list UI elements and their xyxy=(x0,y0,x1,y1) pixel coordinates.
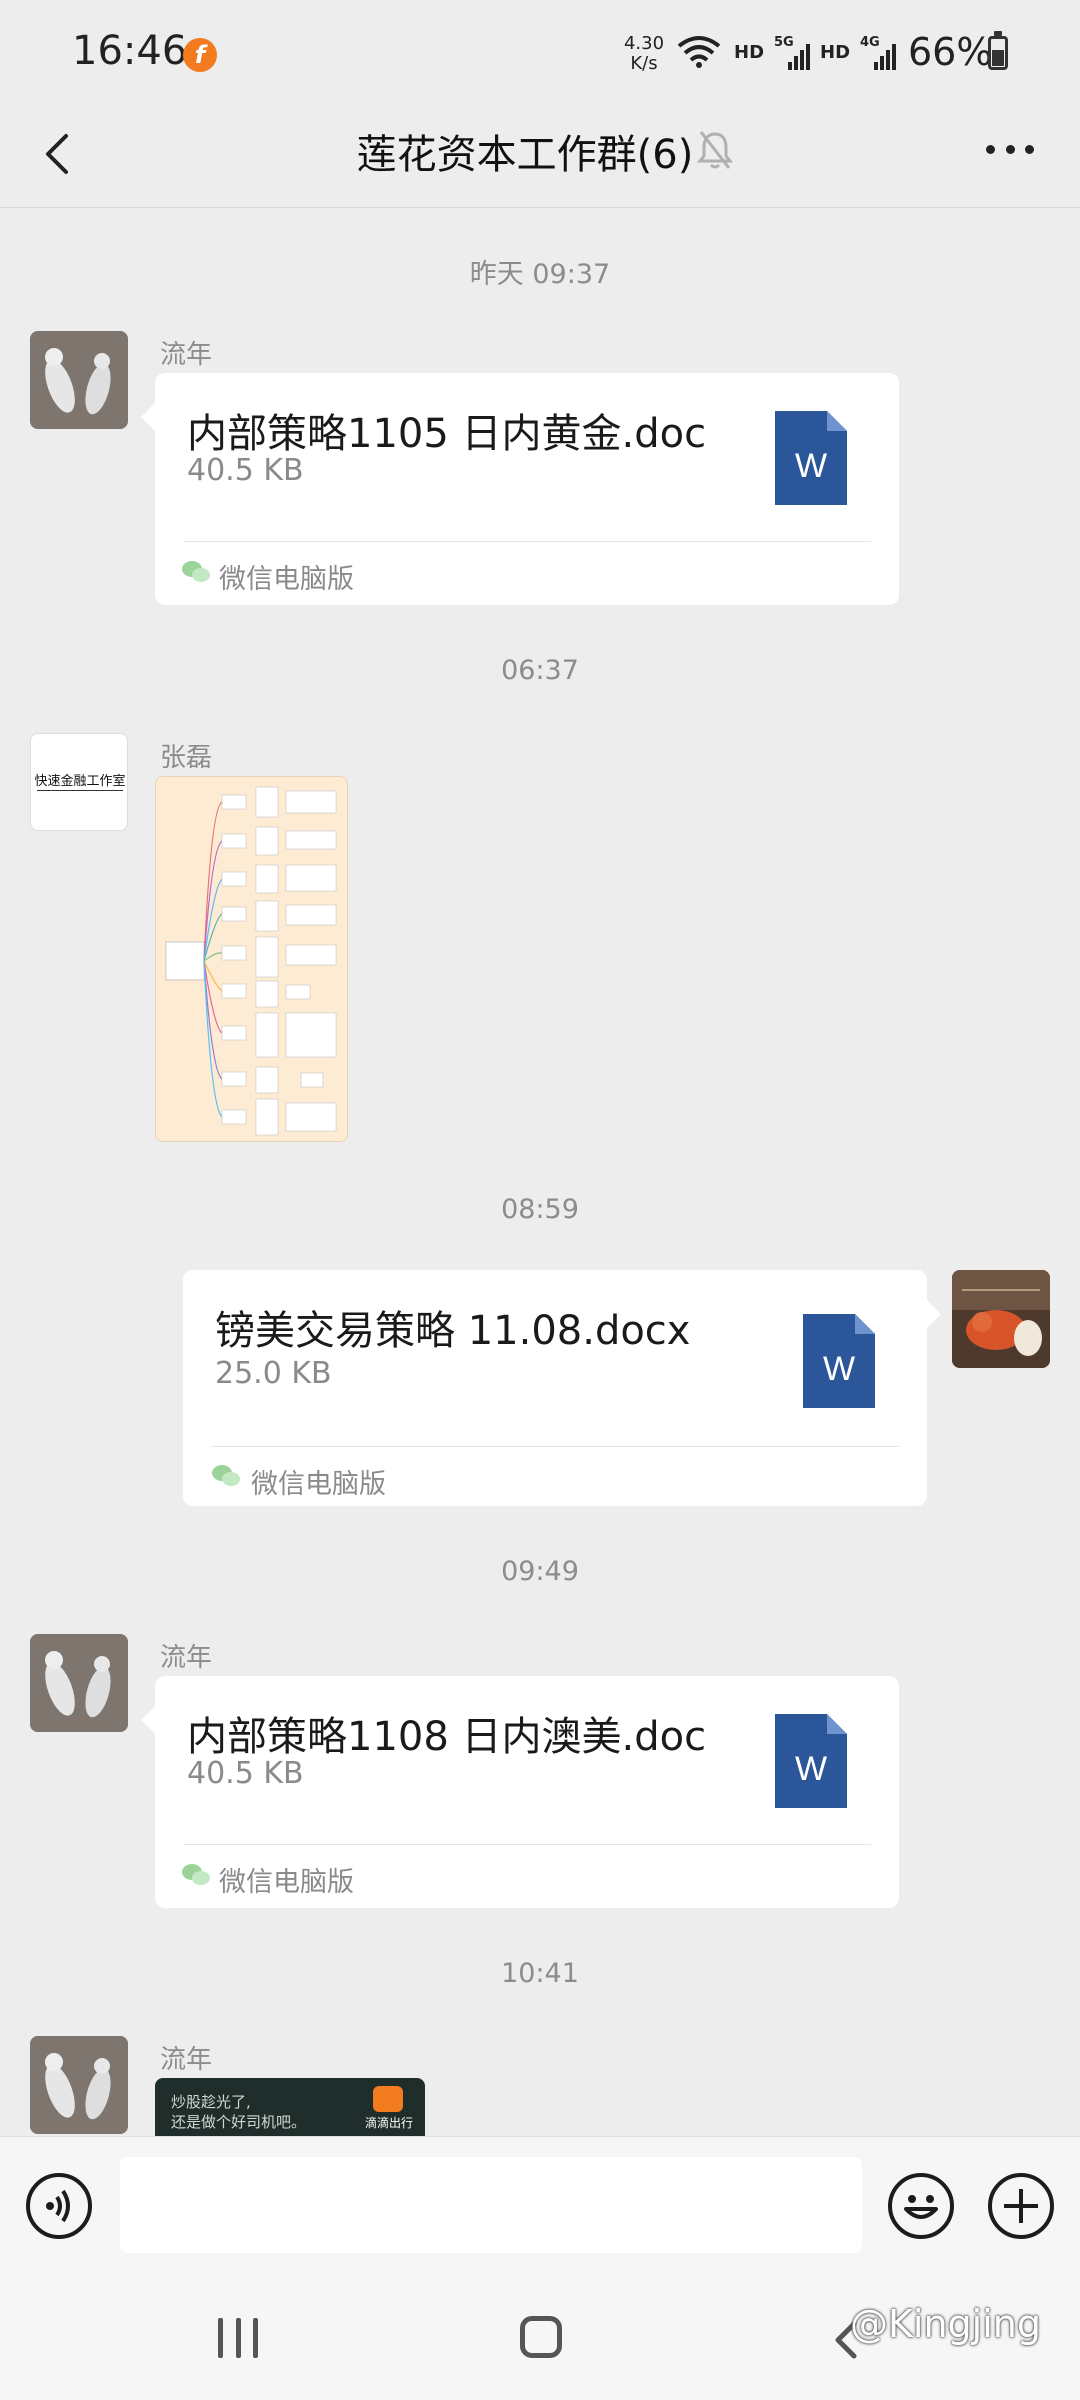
mindmap-thumbnail xyxy=(165,786,337,1136)
chat-input-bar xyxy=(0,2136,1080,2276)
svg-text:4G: 4G xyxy=(860,35,880,50)
didi-brand: 滴滴出行 xyxy=(364,2116,413,2130)
file-name: 内部策略1108 日内澳美.doc xyxy=(187,1714,707,1760)
voice-input-button[interactable] xyxy=(26,2173,92,2239)
sender-name: 流年 xyxy=(160,340,213,370)
svg-text:W: W xyxy=(795,1750,827,1788)
cats-avatar-image xyxy=(30,2036,128,2134)
word-document-icon: W xyxy=(775,411,847,505)
watermark: @Kingjing xyxy=(850,2302,1042,2346)
timestamp: 昨天 09:37 xyxy=(469,259,611,290)
didi-logo-icon xyxy=(373,2086,403,2112)
app-notification-icon: f xyxy=(183,38,217,72)
wifi-icon xyxy=(677,36,721,68)
file-message[interactable]: 内部策略1105 日内黄金.doc 40.5 KB W 微信电脑版 xyxy=(141,373,899,605)
cats-avatar-image xyxy=(30,1634,128,1732)
avatar-liunian[interactable] xyxy=(30,331,128,429)
signal-5g-icon: 5G xyxy=(774,35,810,70)
emoji-button[interactable] xyxy=(888,2173,954,2239)
smiley-icon xyxy=(904,2195,938,2219)
cats-avatar-image xyxy=(30,331,128,429)
avatar-liunian[interactable] xyxy=(30,1634,128,1732)
file-name: 镑美交易策略 11.08.docx xyxy=(215,1308,691,1354)
voice-icon xyxy=(46,2189,70,2223)
file-message-self[interactable]: 镑美交易策略 11.08.docx 25.0 KB W 微信电脑版 xyxy=(183,1270,941,1506)
battery-icon xyxy=(988,31,1008,70)
add-more-button[interactable] xyxy=(988,2173,1054,2239)
mute-bell-icon xyxy=(696,131,734,169)
image-message-didi[interactable]: 炒股趁光了, 还是做个好司机吧。 滴滴出行 xyxy=(155,2078,425,2136)
svg-text:W: W xyxy=(823,1350,855,1388)
network-speed: 4.30 K/s xyxy=(623,33,665,74)
home-icon[interactable] xyxy=(520,2316,562,2358)
more-options-icon[interactable] xyxy=(986,145,1034,157)
hd-indicator-2: HD xyxy=(820,42,851,63)
system-navigation-bar: @Kingjing xyxy=(0,2276,1080,2400)
timestamp: 06:37 xyxy=(501,655,579,686)
wechat-icon xyxy=(182,561,210,582)
image-caption: 炒股趁光了, 还是做个好司机吧。 xyxy=(171,2093,307,2131)
svg-text:5G: 5G xyxy=(774,35,794,50)
mindmap-image-message[interactable] xyxy=(155,776,348,1142)
battery-percentage: 66% xyxy=(908,30,993,74)
avatar-liunian[interactable] xyxy=(30,2036,128,2134)
wechat-icon xyxy=(182,1864,210,1885)
plus-icon xyxy=(1004,2189,1038,2223)
timestamp: 09:49 xyxy=(501,1556,579,1587)
avatar-zhanglei[interactable]: 快速金融工作室 xyxy=(30,733,128,831)
word-document-icon: W xyxy=(775,1714,847,1808)
svg-text:W: W xyxy=(795,447,827,485)
lobster-avatar-image xyxy=(952,1270,1050,1368)
file-source: 微信电脑版 xyxy=(219,564,354,595)
signal-4g-icon: 4G xyxy=(860,35,896,70)
status-bar: 16:46 f 4.30 K/s HD 5G HD 4G 66% xyxy=(0,0,1080,100)
chat-header: 莲花资本工作群(6) xyxy=(0,100,1080,208)
word-document-icon: W xyxy=(803,1314,875,1408)
sender-name: 流年 xyxy=(160,1643,213,1673)
hd-indicator: HD xyxy=(734,42,765,63)
recents-icon[interactable] xyxy=(218,2318,258,2358)
timestamp: 10:41 xyxy=(501,1958,579,1989)
divider xyxy=(211,1446,899,1447)
timestamp: 08:59 xyxy=(501,1194,579,1225)
status-time: 16:46 xyxy=(72,28,188,74)
divider xyxy=(183,1844,871,1845)
file-source: 微信电脑版 xyxy=(251,1469,386,1500)
file-message[interactable]: 内部策略1108 日内澳美.doc 40.5 KB W 微信电脑版 xyxy=(141,1676,899,1908)
file-name: 内部策略1105 日内黄金.doc xyxy=(187,411,707,457)
file-size: 40.5 KB xyxy=(187,1756,304,1791)
divider xyxy=(183,541,871,542)
wechat-icon xyxy=(212,1465,240,1486)
chat-title: 莲花资本工作群(6) xyxy=(356,132,694,178)
file-size: 40.5 KB xyxy=(187,453,304,488)
file-size: 25.0 KB xyxy=(215,1356,332,1391)
message-input[interactable] xyxy=(120,2157,862,2253)
avatar-logo-text: 快速金融工作室 xyxy=(34,774,126,789)
file-source: 微信电脑版 xyxy=(219,1867,354,1898)
sender-name: 张磊 xyxy=(160,743,213,773)
avatar-self[interactable] xyxy=(952,1270,1050,1368)
sender-name: 流年 xyxy=(160,2045,213,2075)
